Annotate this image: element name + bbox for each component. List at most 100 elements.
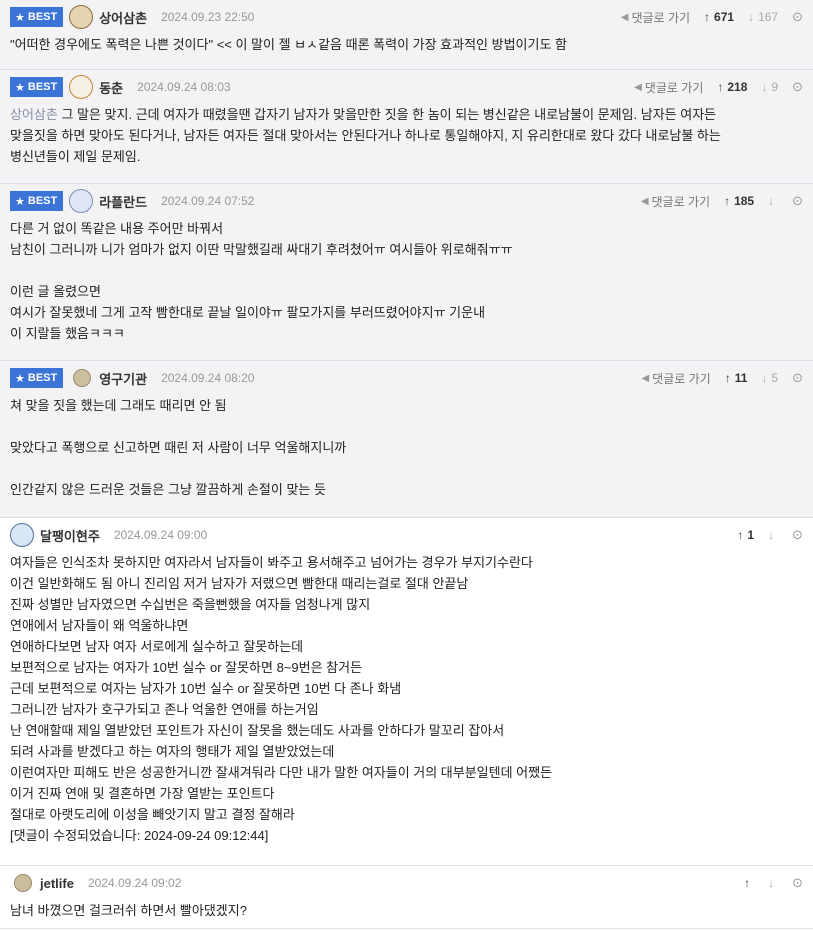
star-icon: ★ [15,372,25,385]
go-to-reply-button[interactable]: ◀ 댓글로 가기 [621,9,690,26]
downvote-button[interactable]: ↓ [768,528,778,542]
author-name[interactable]: 영구기관 [99,369,147,388]
author-name[interactable]: 달팽이현주 [40,526,100,545]
comment-meta: ★ BEST 라플란드 2024.09.24 07:52 [10,184,254,218]
link-icon[interactable]: ⊙ [792,193,803,209]
best-badge: ★ BEST [10,77,64,97]
avatar[interactable] [14,874,32,892]
upvote-count: 1 [747,528,755,542]
reply-arrow-icon: ◀ [641,372,650,384]
comment-line: 절대로 아랫도리에 이성을 빼앗기지 말고 결정 잘해라 [10,807,295,822]
upvote-button[interactable]: ↑ 185 [724,194,754,208]
downvote-button[interactable]: ↓ 167 [748,10,778,24]
upvote-button[interactable]: ↑ [744,876,754,890]
comment-actions: ◀ 댓글로 가기 ↑ 185 ↓ ⊙ [641,184,803,218]
comment-line [10,260,803,281]
comment-line: 그러니깐 남자가 호구가되고 존나 억울한 연애를 하는거임 [10,702,319,717]
link-icon[interactable]: ⊙ [792,527,803,543]
author-name[interactable]: 라플란드 [99,192,147,211]
comment-body: 다른 거 없이 똑같은 내용 주어만 바꿔서 남친이 그러니까 니가 엄마가 없지… [0,218,813,354]
comment-actions: ↑ 1 ↓ ⊙ [737,518,803,552]
comment-line [10,416,803,437]
downvote-button[interactable]: ↓ 9 [761,80,778,94]
comment-line: 근데 보편적으로 여자는 남자가 10번 실수 or 잘못하면 10번 다 존나… [10,681,402,696]
thumbs-down-icon: ↓ [768,876,775,890]
upvote-count: 11 [734,371,748,385]
comment-line: 보편적으로 남자는 여자가 10번 실수 or 잘못하면 8~9번은 참거든 [10,660,363,675]
thumbs-up-icon: ↑ [724,371,731,385]
comment: 달팽이현주 2024.09.24 09:00 ↑ 1 ↓ ⊙ 여자들은 인식조차 못하지만 … [0,518,813,866]
thumbs-down-icon: ↓ [748,10,755,24]
upvote-button[interactable]: ↑ 1 [737,528,754,542]
comment-meta: ★ BEST 영구기관 2024.09.24 08:20 [10,361,254,395]
comment-body: 여자들은 인식조차 못하지만 여자라서 남자들이 봐주고 용서해주고 넘어가는 … [0,552,813,856]
reply-arrow-icon: ◀ [634,81,642,93]
reply-label: 댓글로 가기 [631,10,691,25]
downvote-button[interactable]: ↓ [768,194,778,208]
avatar[interactable] [69,189,94,213]
comment-line: 남친이 그러니까 니가 엄마가 없지 이딴 막말했길래 싸대기 후려쳤어ㅠ 여시… [10,242,513,257]
thumbs-down-icon: ↓ [761,371,768,385]
comment-line: 인간같지 않은 드러운 것들은 그냥 깔끔하게 손절이 맞는 듯 [10,482,326,497]
downvote-count: 167 [758,10,779,24]
comment-header: ★ BEST 상어삼촌 2024.09.23 22:50 ◀ 댓글로 가기 ↑ 671 ↓ 167… [0,0,813,34]
comment: jetlife 2024.09.24 09:02 ↑ ↓ ⊙ 남녀 바꼈으면 걸크러쉬 하… [0,866,813,929]
best-badge-label: BEST [27,372,58,384]
best-comment: ★ BEST 상어삼촌 2024.09.23 22:50 ◀ 댓글로 가기 ↑ 671 ↓ 167… [0,0,813,70]
avatar[interactable] [73,369,92,387]
comment-line: 이 지랄들 했음ㅋㅋㅋ [10,326,125,341]
quoted-author[interactable]: 상어삼촌 [10,107,58,122]
best-badge-label: BEST [27,81,58,93]
link-icon[interactable]: ⊙ [792,875,803,891]
downvote-count: 5 [771,371,779,385]
link-icon[interactable]: ⊙ [792,370,803,386]
thumbs-up-icon: ↑ [744,876,751,890]
best-comment: ★ BEST 영구기관 2024.09.24 08:20 ◀ 댓글로 가기 ↑ 11 ↓ 5 ⊙ 쳐 … [0,361,813,518]
comment-body: 쳐 맞을 짓을 했는데 그래도 때리면 안 됨 맞았다고 폭행으로 신고하면 때린… [0,395,813,510]
comment-line [10,458,803,479]
thumbs-down-icon: ↓ [768,194,775,208]
link-icon[interactable]: ⊙ [792,79,803,95]
star-icon: ★ [15,195,25,208]
avatar[interactable] [10,523,34,547]
comment-text: 그 말은 맞지. 근데 여자가 때렸을땐 갑자기 남자가 맞을만한 짓을 한 놈… [57,107,717,122]
comment-line: 난 연애할때 제일 열받았던 포인트가 자신이 잘못을 했는데도 사과를 안하다… [10,723,505,738]
upvote-button[interactable]: ↑ 218 [717,80,747,94]
author-name[interactable]: jetlife [40,876,74,891]
comment-line: 이건 일반화해도 됨 아니 진리임 저거 남자가 저랬으면 빰한대 때리는걸로 … [10,576,469,591]
upvote-button[interactable]: ↑ 671 [704,10,734,24]
best-badge-label: BEST [27,195,58,207]
comment-line: 남녀 바꼈으면 걸크러쉬 하면서 빨아댔겠지? [10,903,247,918]
avatar[interactable] [69,5,94,29]
downvote-count: 9 [771,80,779,94]
author-name[interactable]: 동춘 [99,78,123,97]
go-to-reply-button[interactable]: ◀ 댓글로 가기 [641,370,710,387]
downvote-button[interactable]: ↓ [768,876,778,890]
reply-label: 댓글로 가기 [652,371,711,386]
thumbs-up-icon: ↑ [724,194,731,208]
avatar[interactable] [69,75,94,99]
comment-body: 남녀 바꼈으면 걸크러쉬 하면서 빨아댔겠지? [0,900,813,931]
best-comment: ★ BEST 동춘 2024.09.24 08:03 ◀ 댓글로 가기 ↑ 218 ↓ 9 ⊙ 상어삼… [0,70,813,184]
comment-line: 맞았다고 폭행으로 신고하면 때린 저 사람이 너무 억울해지니까 [10,440,347,455]
downvote-button[interactable]: ↓ 5 [761,371,778,385]
comment-line: 되려 사과를 받겠다고 하는 여자의 행태가 제일 열받았었는데 [10,744,335,759]
thumbs-down-icon: ↓ [768,528,775,542]
go-to-reply-button[interactable]: ◀ 댓글로 가기 [641,193,710,210]
best-comment: ★ BEST 라플란드 2024.09.24 07:52 ◀ 댓글로 가기 ↑ 185 ↓ ⊙ 다른… [0,184,813,361]
comment-line: 이런 글 올렸으면 [10,284,101,299]
best-badge: ★ BEST [10,368,64,388]
comment-body: 상어삼촌 그 말은 맞지. 근데 여자가 때렸을땐 갑자기 남자가 맞을만한 짓… [0,104,813,177]
comment-line: 연애하다보면 남자 여자 서로에게 실수하고 잘못하는데 [10,639,304,654]
reply-arrow-icon: ◀ [620,11,629,23]
comment-header: ★ BEST 영구기관 2024.09.24 08:20 ◀ 댓글로 가기 ↑ 11 ↓ 5 ⊙ [0,361,813,395]
comment-line: [댓글이 수정되었습니다: 2024-09-24 09:12:44] [10,828,269,843]
thumbs-up-icon: ↑ [737,528,744,542]
best-badge: ★ BEST [10,191,64,211]
author-name[interactable]: 상어삼촌 [99,8,147,27]
comment-date: 2024.09.24 09:02 [87,876,182,890]
go-to-reply-button[interactable]: ◀ 댓글로 가기 [634,79,703,96]
link-icon[interactable]: ⊙ [792,9,803,25]
upvote-button[interactable]: ↑ 11 [725,371,748,385]
reply-label: 댓글로 가기 [644,80,704,95]
